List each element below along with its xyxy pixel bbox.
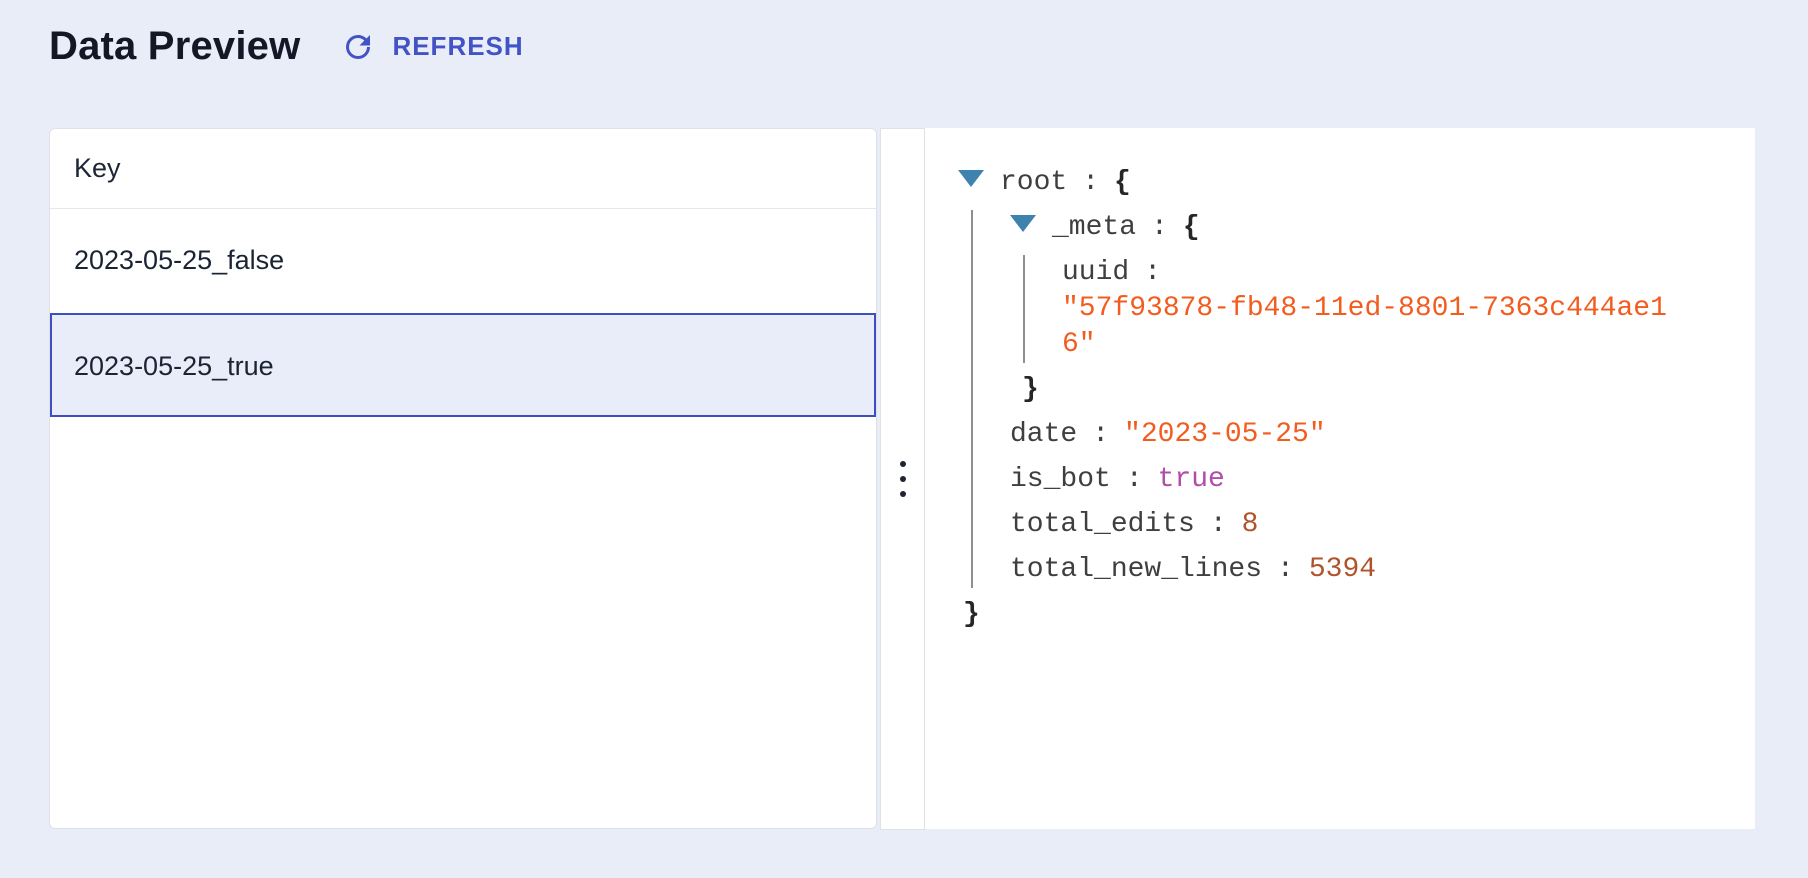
refresh-icon <box>340 29 376 65</box>
json-open-brace: { <box>1182 212 1200 243</box>
json-colon: : <box>1277 554 1294 585</box>
row-key-label: 2023-05-25_false <box>74 245 285 275</box>
json-key: total_new_lines <box>1010 554 1263 585</box>
panel-splitter[interactable] <box>880 128 925 830</box>
page-title: Data Preview <box>49 24 301 68</box>
json-colon: : <box>1082 167 1100 198</box>
collapse-triangle-icon[interactable] <box>958 170 984 187</box>
key-table: Key 2023-05-25_false 2023-05-25_true <box>49 128 877 829</box>
json-value: 8 <box>1241 509 1259 540</box>
json-leaf-date: date: "2023-05-25" <box>1010 417 1680 453</box>
json-colon: : <box>1151 212 1168 243</box>
json-leaf-is-bot: is_bot: true <box>1010 462 1680 498</box>
json-key: _meta <box>1052 212 1137 243</box>
json-open-brace: { <box>1114 167 1131 198</box>
json-colon: : <box>1209 509 1227 540</box>
collapse-triangle-icon[interactable] <box>1010 215 1036 232</box>
json-children-meta: uuid: "57f93878-fb48-11ed-8801-7363c444ae… <box>1023 255 1680 363</box>
table-row[interactable]: 2023-05-25_false <box>50 209 876 313</box>
json-colon: : <box>1144 257 1162 288</box>
json-leaf-total-new-lines: total_new_lines:5394 <box>1010 552 1680 588</box>
json-key: root <box>1000 167 1068 198</box>
json-key: is_bot <box>1010 464 1111 495</box>
json-node-root: root: { _meta: { uuid: "57f93878-fb48-11ed-… <box>958 165 1680 633</box>
json-close-brace: } <box>963 599 980 630</box>
table-header-key: Key <box>50 129 876 209</box>
refresh-button[interactable]: REFRESH <box>340 29 523 65</box>
json-value: 5394 <box>1308 554 1377 585</box>
json-value: "57f93878-fb48-11ed-8801-7363c444ae16" <box>1062 293 1667 360</box>
json-close-brace: } <box>1022 374 1039 405</box>
json-leaf-uuid: uuid: "57f93878-fb48-11ed-8801-7363c444ae… <box>1062 255 1680 363</box>
refresh-label: REFRESH <box>392 31 524 61</box>
json-key: total_edits <box>1010 509 1195 540</box>
row-key-label: 2023-05-25_true <box>74 351 274 381</box>
json-colon: : <box>1125 464 1143 495</box>
table-row-selected[interactable]: 2023-05-25_true <box>50 313 876 417</box>
json-key: date <box>1010 419 1078 450</box>
json-children-root: _meta: { uuid: "57f93878-fb48-11ed-8801-73… <box>971 210 1680 588</box>
json-tree: root: { _meta: { uuid: "57f93878-fb48-11ed-… <box>958 165 1680 633</box>
json-leaf-total-edits: total_edits:8 <box>1010 507 1680 543</box>
json-panel: root: { _meta: { uuid: "57f93878-fb48-11ed-… <box>925 128 1755 829</box>
page-header: Data Preview REFRESH <box>49 24 524 69</box>
json-colon: : <box>1092 419 1110 450</box>
json-value: true <box>1157 464 1225 495</box>
json-value: "2023-05-25" <box>1124 419 1326 450</box>
json-key: uuid <box>1062 257 1130 288</box>
json-node-meta: _meta: { uuid: "57f93878-fb48-11ed-8801-73… <box>1010 210 1680 408</box>
